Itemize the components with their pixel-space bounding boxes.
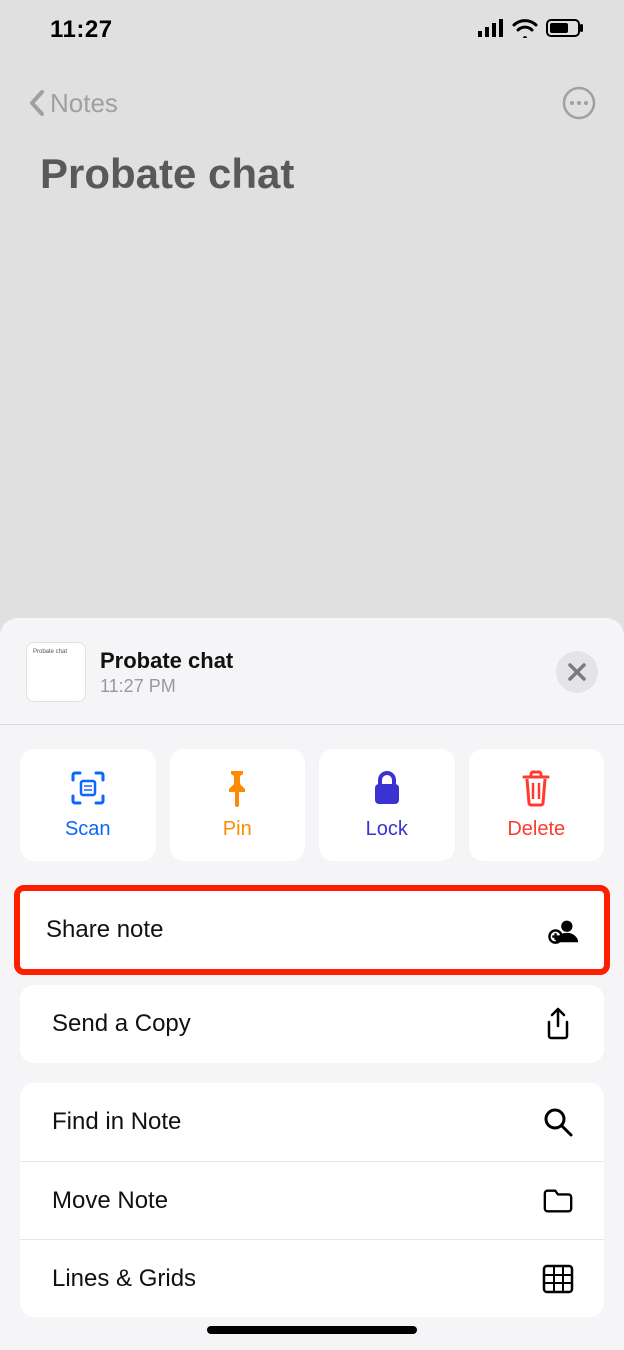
quick-actions: Scan Pin Lock Delete bbox=[0, 725, 624, 885]
grid-icon bbox=[542, 1263, 574, 1295]
share-note-label: Share note bbox=[46, 916, 163, 944]
scan-icon bbox=[70, 770, 106, 806]
sheet-header: Probate chat Probate chat 11:27 PM bbox=[0, 618, 624, 725]
chevron-left-icon bbox=[28, 89, 46, 117]
back-label: Notes bbox=[50, 88, 118, 119]
sheet-time: 11:27 PM bbox=[100, 676, 233, 697]
collaborate-icon bbox=[548, 914, 580, 946]
more-button[interactable] bbox=[562, 86, 596, 120]
send-copy-row[interactable]: Send a Copy bbox=[20, 985, 604, 1063]
home-indicator[interactable] bbox=[207, 1326, 417, 1334]
share-note-row[interactable]: Share note bbox=[20, 891, 604, 969]
close-icon bbox=[567, 662, 587, 682]
pin-button[interactable]: Pin bbox=[170, 749, 306, 861]
status-icons bbox=[478, 18, 584, 43]
scan-label: Scan bbox=[65, 818, 111, 841]
move-note-label: Move Note bbox=[52, 1187, 168, 1215]
note-thumbnail: Probate chat bbox=[26, 642, 86, 702]
send-copy-label: Send a Copy bbox=[52, 1010, 191, 1038]
lock-icon bbox=[369, 770, 405, 806]
search-icon bbox=[542, 1106, 574, 1138]
sheet-title: Probate chat bbox=[100, 648, 233, 674]
status-time: 11:27 bbox=[50, 16, 113, 44]
lock-button[interactable]: Lock bbox=[319, 749, 455, 861]
nav-bar: Notes bbox=[0, 86, 624, 120]
delete-button[interactable]: Delete bbox=[469, 749, 605, 861]
lock-label: Lock bbox=[366, 818, 408, 841]
back-button[interactable]: Notes bbox=[28, 88, 118, 119]
trash-icon bbox=[518, 770, 554, 806]
share-sheet: Probate chat Probate chat 11:27 PM Scan … bbox=[0, 618, 624, 1350]
delete-label: Delete bbox=[507, 818, 565, 841]
find-in-note-row[interactable]: Find in Note bbox=[20, 1083, 604, 1161]
wifi-icon bbox=[512, 18, 538, 43]
pin-icon bbox=[219, 770, 255, 806]
share-icon bbox=[542, 1008, 574, 1040]
cellular-icon bbox=[478, 19, 504, 42]
share-note-highlight: Share note bbox=[14, 885, 610, 975]
lines-grids-row[interactable]: Lines & Grids bbox=[20, 1239, 604, 1317]
battery-icon bbox=[546, 19, 584, 42]
status-bar: 11:27 bbox=[0, 0, 624, 60]
find-in-note-label: Find in Note bbox=[52, 1108, 181, 1136]
folder-icon bbox=[542, 1185, 574, 1217]
move-note-row[interactable]: Move Note bbox=[20, 1161, 604, 1239]
close-button[interactable] bbox=[556, 651, 598, 693]
pin-label: Pin bbox=[223, 818, 252, 841]
scan-button[interactable]: Scan bbox=[20, 749, 156, 861]
note-title: Probate chat bbox=[40, 150, 294, 198]
lines-grids-label: Lines & Grids bbox=[52, 1265, 196, 1293]
